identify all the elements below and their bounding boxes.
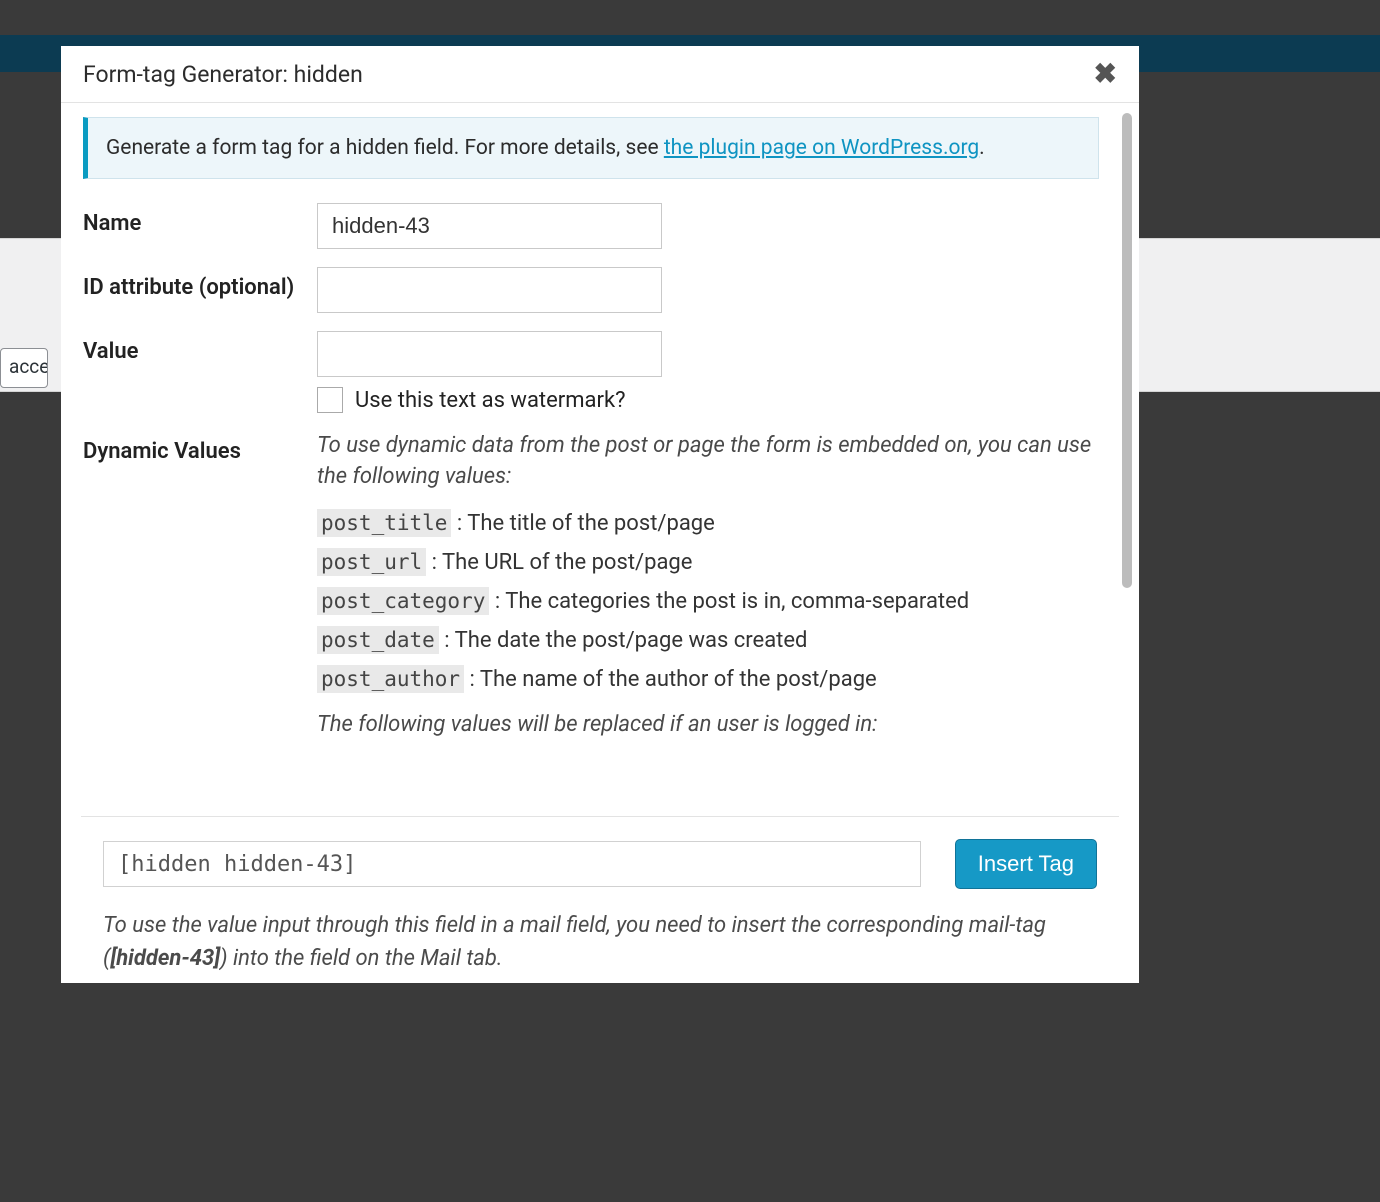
footer-note-after: ) into the field on the Mail tab. (220, 946, 502, 971)
footer-note-mailtag: [hidden-43] (110, 946, 220, 971)
modal-footer: Insert Tag To use the value input throug… (81, 816, 1119, 983)
modal-body: Generate a form tag for a hidden field. … (61, 103, 1121, 753)
name-input[interactable] (317, 203, 662, 249)
insert-tag-button[interactable]: Insert Tag (955, 839, 1097, 889)
notice-text-before: Generate a form tag for a hidden field. … (106, 136, 664, 160)
plugin-page-link[interactable]: the plugin page on WordPress.org (664, 136, 979, 160)
info-notice: Generate a form tag for a hidden field. … (83, 117, 1099, 179)
dynamic-item: post_author : The name of the author of … (317, 667, 1099, 692)
dynamic-item: post_date : The date the post/page was c… (317, 628, 1099, 653)
id-attribute-input[interactable] (317, 267, 662, 313)
close-icon[interactable]: ✖ (1094, 60, 1117, 88)
row-id-attribute: ID attribute (optional) (83, 267, 1099, 313)
row-value: Value Use this text as watermark? (83, 331, 1099, 413)
dynamic-desc: : The date the post/page was created (444, 628, 807, 653)
row-name: Name (83, 203, 1099, 249)
scrollbar-thumb[interactable] (1122, 113, 1132, 588)
dynamic-item: post_url : The URL of the post/page (317, 550, 1099, 575)
row-dynamic-values: Dynamic Values To use dynamic data from … (83, 431, 1099, 737)
dynamic-list: post_title : The title of the post/page … (317, 511, 1099, 692)
dynamic-code: post_category (317, 587, 489, 615)
dynamic-desc: : The URL of the post/page (432, 550, 693, 575)
dynamic-item: post_title : The title of the post/page (317, 511, 1099, 536)
label-value: Value (83, 331, 317, 367)
dynamic-desc: : The name of the author of the post/pag… (470, 667, 877, 692)
generated-tag-output[interactable] (103, 841, 921, 887)
form-tag-generator-modal: Form-tag Generator: hidden ✖ Generate a … (61, 46, 1139, 983)
dynamic-intro: To use dynamic data from the post or pag… (317, 431, 1099, 493)
modal-header: Form-tag Generator: hidden ✖ (61, 46, 1139, 103)
footer-note: To use the value input through this fiel… (103, 909, 1097, 975)
watermark-label[interactable]: Use this text as watermark? (355, 388, 626, 413)
dynamic-foot-note: The following values will be replaced if… (317, 712, 1099, 737)
notice-text-after: . (979, 136, 985, 160)
dynamic-code: post_title (317, 509, 451, 537)
value-input[interactable] (317, 331, 662, 377)
scrollbar[interactable] (1121, 113, 1133, 757)
dynamic-code: post_date (317, 626, 439, 654)
label-id-attribute: ID attribute (optional) (83, 267, 317, 303)
label-dynamic-values: Dynamic Values (83, 431, 317, 467)
dynamic-item: post_category : The categories the post … (317, 589, 1099, 614)
watermark-checkbox[interactable] (317, 387, 343, 413)
dynamic-desc: : The categories the post is in, comma-s… (495, 589, 969, 614)
label-name: Name (83, 203, 317, 239)
dynamic-code: post_author (317, 665, 464, 693)
dynamic-desc: : The title of the post/page (457, 511, 715, 536)
background-accept-field: acce (0, 348, 48, 388)
dynamic-code: post_url (317, 548, 426, 576)
modal-title: Form-tag Generator: hidden (83, 61, 363, 88)
